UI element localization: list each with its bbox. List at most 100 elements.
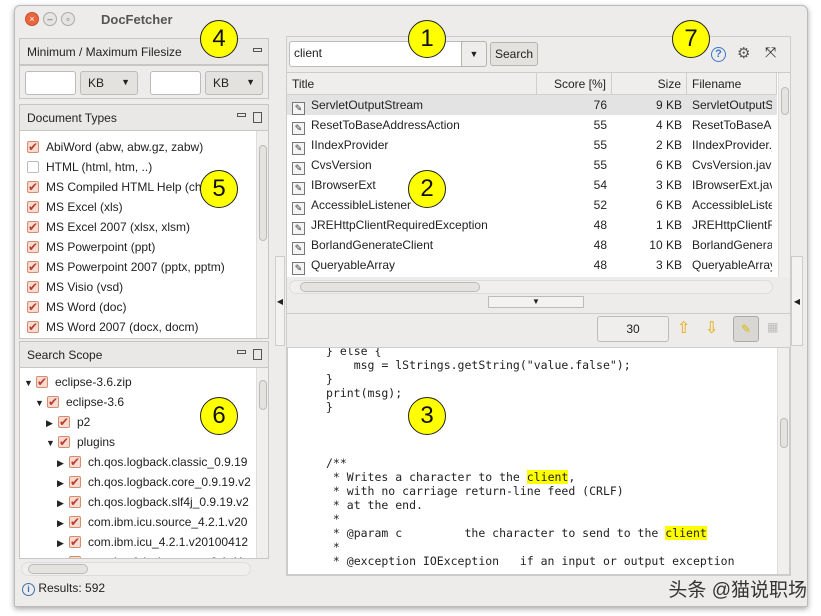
doc-type-item[interactable]: MS Word 2007 (docx, docm) [27, 317, 199, 337]
results-scrollbar[interactable] [778, 73, 790, 277]
close-button[interactable]: × [25, 12, 39, 26]
preferences-icon[interactable]: ⚙ [737, 44, 750, 62]
tree-item[interactable]: ▶ ch.qos.logback.core_0.9.19.v2 [57, 472, 251, 492]
tree-item[interactable]: ▼ eclipse-3.6 [35, 392, 124, 412]
tree-item[interactable]: ▶ com.ibm.icu.source_4.2.1.v20 [57, 512, 247, 532]
doc-type-item[interactable]: AbiWord (abw, abw.gz, zabw) [27, 137, 203, 157]
table-row[interactable]: ✎ QueryableArray 48 3 KB QueryableArray.java [287, 255, 777, 275]
expand-arrow-icon[interactable]: ▼ [46, 433, 58, 453]
scroll-thumb[interactable] [781, 87, 789, 115]
tree-item[interactable]: ▼ plugins [46, 432, 115, 452]
max-filesize-input[interactable] [150, 71, 201, 95]
search-button[interactable]: Search [490, 42, 538, 66]
tree-item[interactable]: ▶ ch.qos.logback.classic_0.9.19 [57, 452, 247, 472]
search-input[interactable]: client [289, 41, 487, 67]
tree-item[interactable]: ▶ com.jcraft.jsch.source_0.1.41 [57, 552, 244, 558]
doc-type-item[interactable]: MS Word (doc) [27, 297, 126, 317]
checkbox[interactable] [27, 237, 39, 257]
table-row[interactable]: ✎ ServletOutputStream 76 9 KB ServletOutputS… [287, 95, 777, 115]
table-row[interactable]: ✎ BorlandGenerateClient 48 10 KB BorlandGene… [287, 235, 777, 255]
table-row[interactable]: ✎ AccessibleListener 52 6 KB AccessibleListe… [287, 195, 777, 215]
tree-item[interactable]: ▼ eclipse-3.6.zip [24, 372, 132, 392]
maximize-button[interactable]: ▫ [61, 12, 75, 26]
collapse-right-handle[interactable]: ◀ [791, 256, 803, 346]
min-unit-select[interactable]: KB ▼ [80, 71, 138, 95]
column-header[interactable]: Title [287, 73, 537, 95]
column-header[interactable]: Score [%] [537, 73, 612, 95]
table-row[interactable]: ✎ CvsVersion 55 6 KB CvsVersion.java [287, 155, 777, 175]
highlight-toggle-icon[interactable]: ✎ [733, 316, 759, 342]
collapse-arrow-icon[interactable]: ▶ [46, 413, 58, 433]
table-row[interactable]: ✎ ResetToBaseAddressAction 55 4 KB ResetToBa… [287, 115, 777, 135]
collapse-arrow-icon[interactable]: ▶ [57, 473, 69, 493]
preview-scrollbar[interactable] [777, 348, 789, 574]
checkbox[interactable] [47, 392, 59, 412]
checkbox[interactable] [27, 197, 39, 217]
maximize-panel-icon[interactable] [253, 112, 262, 123]
doc-type-item[interactable]: MS Compiled HTML Help (chm) [27, 177, 216, 197]
max-unit-select[interactable]: KB ▼ [205, 71, 263, 95]
collapse-arrow-icon[interactable]: ▶ [57, 453, 69, 473]
expand-arrow-icon[interactable]: ▼ [24, 373, 36, 393]
doc-type-item[interactable]: MS Powerpoint (ppt) [27, 237, 155, 257]
doc-type-item[interactable]: MS Excel (xls) [27, 197, 123, 217]
checkbox[interactable] [69, 472, 81, 492]
scroll-thumb[interactable] [28, 564, 88, 574]
checkbox[interactable] [27, 277, 39, 297]
search-history-dropdown[interactable]: ▼ [461, 41, 487, 67]
font-size-field[interactable]: 30 [597, 316, 669, 342]
scroll-thumb[interactable] [259, 145, 267, 241]
checkbox[interactable] [69, 552, 81, 558]
next-match-icon[interactable]: ⇩ [705, 318, 718, 338]
table-row[interactable]: ✎ IIndexProvider 55 2 KB IIndexProvider.java [287, 135, 777, 155]
column-header[interactable]: Filename [687, 73, 777, 95]
preview-mode-icon[interactable]: ▦ [767, 320, 778, 334]
doc-type-item[interactable]: MS Powerpoint 2007 (pptx, pptm) [27, 257, 225, 277]
minimize-button[interactable]: – [43, 12, 57, 26]
checkbox[interactable] [27, 177, 39, 197]
help-icon[interactable]: ? [711, 47, 726, 62]
collapse-preview-handle[interactable]: ▼ [488, 296, 584, 308]
collapse-arrow-icon[interactable]: ▶ [57, 513, 69, 533]
scroll-thumb[interactable] [300, 282, 480, 292]
tree-item[interactable]: ▶ p2 [46, 412, 90, 432]
checkbox[interactable] [27, 317, 39, 337]
table-row[interactable]: ✎ IBrowserExt 54 3 KB IBrowserExt.java [287, 175, 777, 195]
scope-scrollbar[interactable] [256, 368, 268, 558]
previous-match-icon[interactable]: ⇧ [677, 318, 690, 338]
scroll-thumb[interactable] [259, 380, 267, 410]
checkbox[interactable] [27, 297, 39, 317]
min-filesize-input[interactable] [25, 71, 76, 95]
checkbox[interactable] [69, 512, 81, 532]
tree-item[interactable]: ▶ com.ibm.icu_4.2.1.v20100412 [57, 532, 248, 552]
checkbox[interactable] [69, 452, 81, 472]
collapse-arrow-icon[interactable]: ▶ [57, 533, 69, 553]
doc-type-item[interactable]: HTML (html, htm, ..) [27, 157, 152, 177]
minimize-panel-icon[interactable] [253, 48, 262, 52]
checkbox[interactable] [27, 137, 39, 157]
doc-type-item[interactable]: MS Excel 2007 (xlsx, xlsm) [27, 217, 190, 237]
table-row[interactable]: ✎ JREHttpClientRequiredException 48 1 KB JRE… [287, 215, 777, 235]
checkbox[interactable] [27, 217, 39, 237]
scroll-thumb[interactable] [780, 418, 788, 448]
checkbox[interactable] [36, 372, 48, 392]
doc-types-scrollbar[interactable] [256, 131, 268, 338]
minimize-panel-icon[interactable] [237, 113, 246, 117]
results-hscrollbar[interactable] [289, 280, 773, 294]
checkbox[interactable] [58, 432, 70, 452]
tree-item[interactable]: ▶ ch.qos.logback.slf4j_0.9.19.v2 [57, 492, 249, 512]
column-header[interactable]: Size [612, 73, 687, 95]
collapse-arrow-icon[interactable]: ▶ [57, 553, 69, 558]
expand-arrow-icon[interactable]: ▼ [35, 393, 47, 413]
checkbox[interactable] [69, 532, 81, 552]
doc-type-item[interactable]: MS Visio (vsd) [27, 277, 123, 297]
collapse-left-handle[interactable]: ◀ [275, 256, 285, 346]
checkbox[interactable] [58, 412, 70, 432]
minimize-panel-icon[interactable] [237, 350, 246, 354]
collapse-arrow-icon[interactable]: ▶ [57, 493, 69, 513]
checkbox[interactable] [27, 161, 39, 173]
scope-hscrollbar[interactable] [21, 562, 251, 576]
maximize-panel-icon[interactable] [253, 349, 262, 360]
maximize-icon[interactable]: ⤧ [765, 44, 776, 61]
checkbox[interactable] [69, 492, 81, 512]
